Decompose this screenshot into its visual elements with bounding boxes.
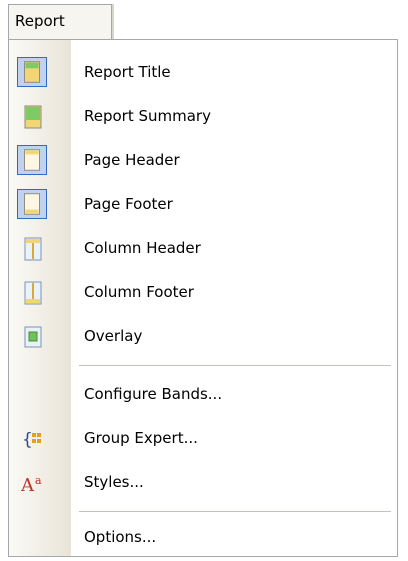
menu-separator: [79, 511, 391, 512]
page-footer-icon: [17, 189, 47, 219]
report-summary-icon: [24, 105, 42, 129]
column-footer-icon: [24, 281, 42, 305]
menu-item-report-title[interactable]: Report Title: [9, 50, 397, 94]
menu-item-label: Report Title: [84, 63, 171, 81]
overlay-icon: [24, 326, 42, 348]
menu-item-label: Column Footer: [84, 283, 194, 301]
svg-text:A: A: [21, 475, 35, 495]
report-menu-label: Report: [15, 12, 65, 30]
column-header-icon: [24, 237, 42, 261]
menu-item-configure-bands[interactable]: Configure Bands...: [9, 372, 397, 416]
report-menu[interactable]: Report: [8, 4, 112, 40]
menu-item-options[interactable]: Options...: [9, 515, 397, 559]
page-header-icon: [17, 145, 47, 175]
menu-item-label: Page Header: [84, 151, 180, 169]
menu-item-label: Overlay: [84, 327, 143, 345]
menu-item-label: Options...: [84, 528, 157, 546]
menu-item-label: Column Header: [84, 239, 201, 257]
menu-item-column-header[interactable]: Column Header: [9, 226, 397, 270]
menu-item-column-footer[interactable]: Column Footer: [9, 270, 397, 314]
menu-item-page-header[interactable]: Page Header: [9, 138, 397, 182]
report-title-icon: [17, 57, 47, 87]
group-expert-icon: {: [22, 430, 41, 450]
styles-icon: A a: [21, 474, 42, 495]
svg-text:{: {: [22, 430, 33, 450]
menu-item-label: Group Expert...: [84, 429, 198, 447]
menu-item-report-summary[interactable]: Report Summary: [9, 94, 397, 138]
menu-item-group-expert[interactable]: { Group Expert...: [9, 416, 397, 460]
menu-item-page-footer[interactable]: Page Footer: [9, 182, 397, 226]
menu-item-label: Styles...: [84, 473, 144, 491]
svg-text:a: a: [35, 474, 42, 487]
menu-item-label: Report Summary: [84, 107, 211, 125]
menu-item-label: Page Footer: [84, 195, 173, 213]
menu-item-overlay[interactable]: Overlay: [9, 314, 397, 358]
menu-item-styles[interactable]: A a Styles...: [9, 460, 397, 504]
report-dropdown: Report Title Report Summary Page Header …: [8, 39, 398, 557]
menu-separator: [79, 365, 391, 366]
menu-item-label: Configure Bands...: [84, 385, 223, 403]
